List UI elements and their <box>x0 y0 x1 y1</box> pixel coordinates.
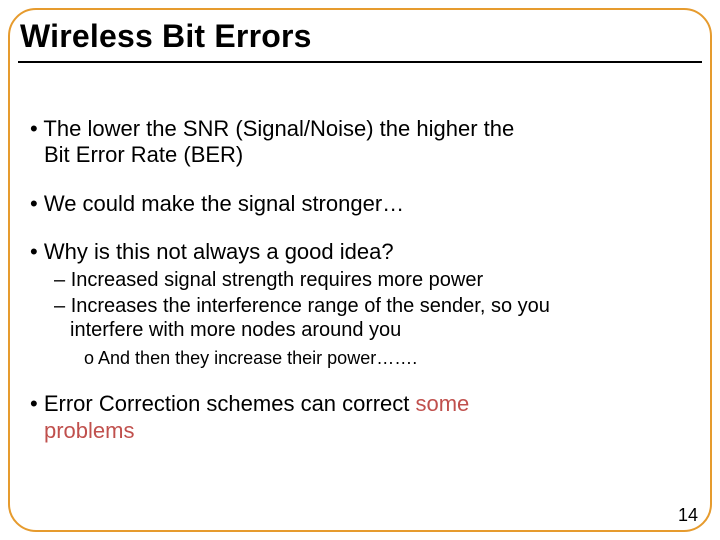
bullet-error-correction: Error Correction schemes can correct som… <box>26 391 694 417</box>
page-number: 14 <box>678 505 698 526</box>
subsubbullet-increase-power: And then they increase their power……. <box>26 348 694 370</box>
slide-body: The lower the SNR (Signal/Noise) the hig… <box>26 100 694 500</box>
ec-red-problems: problems <box>44 418 134 443</box>
bullet-snr-cont: Bit Error Rate (BER) <box>26 142 694 168</box>
title-area: Wireless Bit Errors <box>18 18 702 63</box>
slide: Wireless Bit Errors The lower the SNR (S… <box>0 0 720 540</box>
ec-red-some: some <box>416 391 470 416</box>
bullet-snr: The lower the SNR (Signal/Noise) the hig… <box>26 116 694 142</box>
bullet-why: Why is this not always a good idea? <box>26 239 694 265</box>
bullet-error-correction-cont: problems <box>26 418 694 444</box>
bullet-stronger: We could make the signal stronger… <box>26 191 694 217</box>
ec-text: Error Correction schemes can correct <box>44 391 416 416</box>
subbullet-interference-cont: interfere with more nodes around you <box>26 318 694 342</box>
subbullet-interference: Increases the interference range of the … <box>26 294 694 318</box>
slide-title: Wireless Bit Errors <box>20 18 702 55</box>
subbullet-power: Increased signal strength requires more … <box>26 268 694 292</box>
